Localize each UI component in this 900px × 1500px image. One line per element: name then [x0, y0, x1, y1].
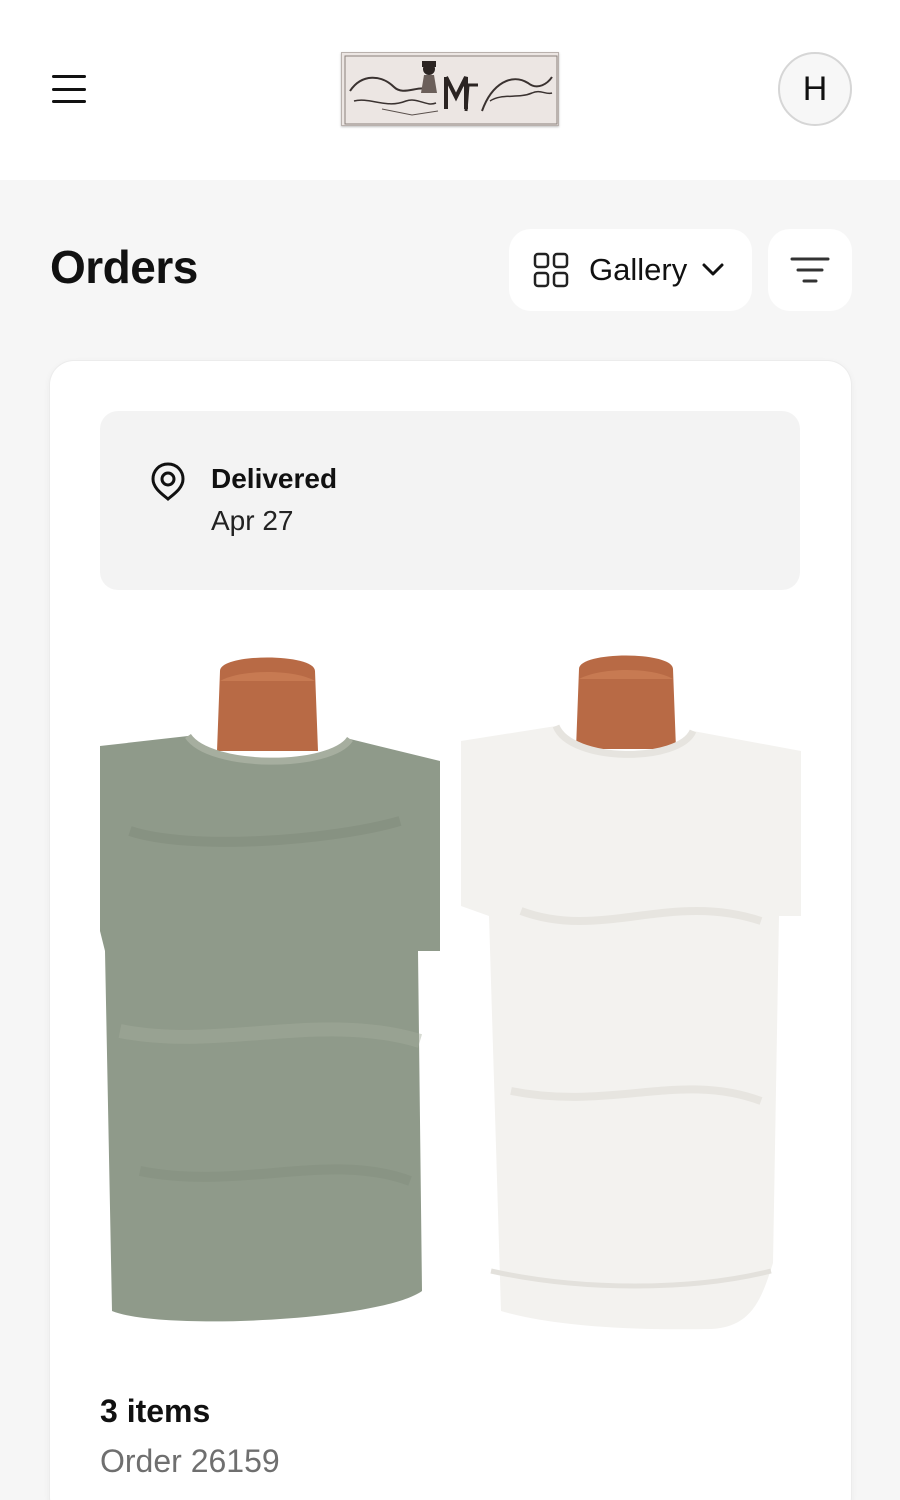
- order-number: Order 26159: [100, 1443, 280, 1479]
- top-bar: H: [0, 0, 900, 180]
- filter-icon: [790, 257, 830, 283]
- logo-artwork: [344, 55, 558, 125]
- user-avatar[interactable]: H: [778, 52, 852, 126]
- order-item-count: 3 items: [100, 1393, 211, 1429]
- page-title: Orders: [50, 241, 198, 293]
- order-card[interactable]: Delivered Apr 27 3 items Order 26159: [50, 361, 851, 1500]
- delivery-status-panel: Delivered Apr 27: [100, 411, 800, 590]
- view-mode-label: Gallery: [589, 252, 688, 287]
- product-image-white-tshirt[interactable]: [461, 651, 801, 1351]
- store-logo[interactable]: [341, 52, 559, 126]
- chevron-down-icon: [702, 263, 724, 276]
- green-tshirt-image: [100, 657, 440, 1322]
- location-pin-icon: [151, 462, 185, 501]
- delivery-date: Apr 27: [211, 505, 294, 536]
- view-mode-dropdown[interactable]: Gallery: [509, 229, 752, 311]
- delivery-status: Delivered: [211, 463, 338, 494]
- hamburger-menu-icon[interactable]: [52, 72, 86, 106]
- filter-button[interactable]: [768, 229, 852, 311]
- product-image-green-tshirt[interactable]: [100, 651, 440, 1351]
- grid-view-icon: [533, 252, 569, 288]
- avatar-initial: H: [802, 69, 828, 108]
- white-tshirt-image: [461, 655, 801, 1330]
